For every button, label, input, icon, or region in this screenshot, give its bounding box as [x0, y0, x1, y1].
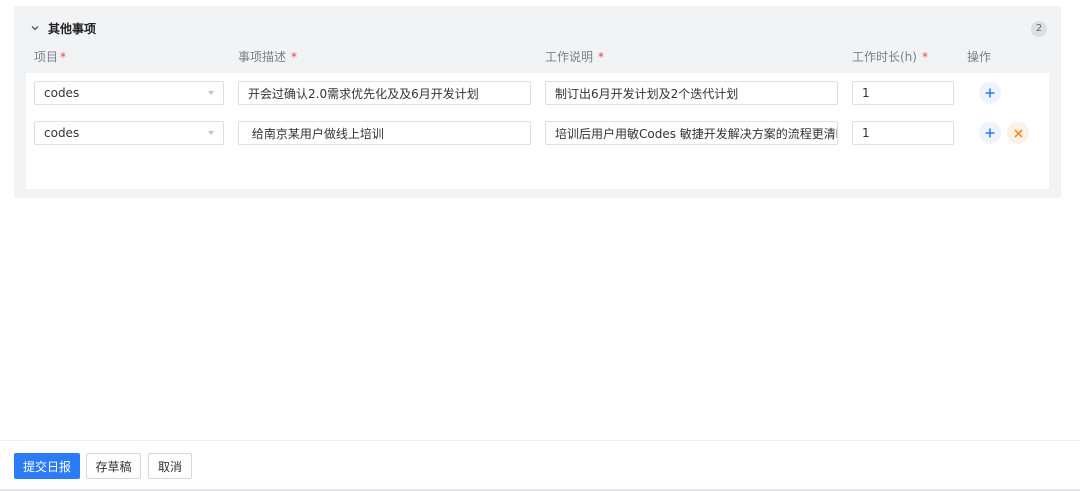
header-actions: 操作: [967, 50, 992, 64]
required-mark: *: [60, 50, 67, 64]
header-description: 事项描述 *: [238, 50, 298, 64]
close-icon: [1013, 128, 1023, 138]
delete-row-button[interactable]: [1007, 122, 1029, 144]
header-project: 项目 *: [34, 50, 67, 64]
required-mark: *: [598, 50, 605, 64]
items-table: codes 开会过确认2.0需求优先化及及6月开发计划 制订出6月开发计划及2个…: [26, 73, 1049, 189]
table-row: codes 开会过确认2.0需求优先化及及6月开发计划 制订出6月开发计划及2个…: [26, 73, 1049, 107]
save-draft-button[interactable]: 存草稿: [86, 453, 141, 479]
submit-report-button[interactable]: 提交日报: [14, 453, 80, 479]
count-badge: 2: [1031, 21, 1047, 37]
header-work-note: 工作说明 *: [545, 50, 605, 64]
footer-divider: [0, 440, 1080, 441]
table-row: codes 给南京某用户做线上培训 培训后用户用敏Codes 敏捷开发解决方案的…: [26, 113, 1049, 147]
header-hours: 工作时长(h) *: [852, 50, 928, 64]
panel-header[interactable]: 其他事项: [30, 20, 96, 36]
add-row-button[interactable]: [979, 82, 1001, 104]
add-icon: [985, 88, 995, 98]
hours-input[interactable]: 1: [852, 81, 954, 105]
required-mark: *: [921, 50, 928, 64]
add-row-button[interactable]: [979, 122, 1001, 144]
description-input[interactable]: 开会过确认2.0需求优先化及及6月开发计划: [238, 81, 531, 105]
hours-input[interactable]: 1: [852, 121, 954, 145]
add-icon: [985, 128, 995, 138]
other-items-panel: 其他事项 2 项目 * 事项描述 * 工作说明 * 工作时长(h) * 操作 codes…: [14, 6, 1061, 198]
panel-title: 其他事项: [48, 21, 97, 36]
chevron-down-icon[interactable]: [30, 23, 40, 33]
project-select[interactable]: codes: [34, 81, 224, 105]
column-headers: 项目 * 事项描述 * 工作说明 * 工作时长(h) * 操作: [34, 48, 1054, 64]
cancel-button[interactable]: 取消: [148, 453, 192, 479]
required-mark: *: [291, 50, 298, 64]
work-note-input[interactable]: 培训后用户用敏Codes 敏捷开发解决方案的流程更清晰: [545, 121, 838, 145]
description-input[interactable]: 给南京某用户做线上培训: [238, 121, 531, 145]
caret-down-icon: [208, 91, 214, 95]
project-select[interactable]: codes: [34, 121, 224, 145]
caret-down-icon: [208, 131, 214, 135]
work-note-input[interactable]: 制订出6月开发计划及2个迭代计划: [545, 81, 838, 105]
